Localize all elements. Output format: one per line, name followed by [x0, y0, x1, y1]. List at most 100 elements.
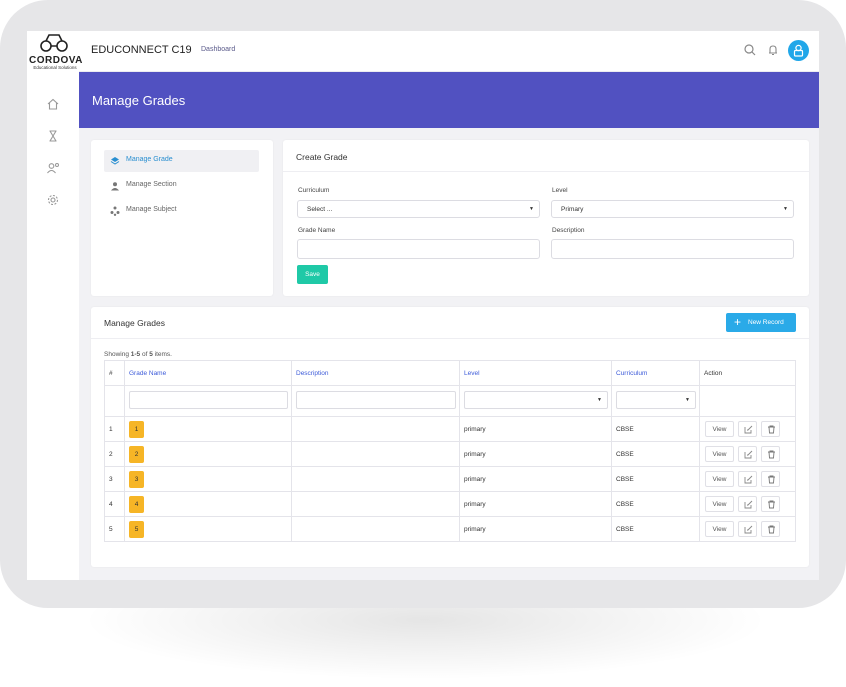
grade-cell: 3 — [124, 466, 292, 492]
menu-item-label: Manage Section — [126, 181, 177, 188]
header-level[interactable]: Level — [459, 360, 612, 386]
app-screen: CORDOVA Educational Solutions EDUCONNECT… — [27, 31, 819, 580]
edit-icon — [744, 500, 753, 509]
summary-prefix: Showing — [104, 351, 131, 358]
menu-item-manage-subject[interactable]: Manage Subject — [104, 200, 259, 222]
summary-suffix: items. — [152, 351, 172, 358]
curriculum-cell: CBSE — [611, 416, 700, 442]
grades-table: # Grade Name Description Level Curriculu… — [104, 360, 796, 542]
view-button[interactable]: View — [705, 496, 734, 512]
nav-dashboard-link[interactable]: Dashboard — [201, 46, 235, 53]
bell-icon[interactable] — [766, 43, 780, 57]
table-row: 2 2 primary CBSE View — [104, 441, 796, 467]
curriculum-cell: CBSE — [611, 516, 700, 542]
delete-button[interactable] — [761, 421, 780, 437]
row-num: 1 — [104, 416, 125, 442]
grade-cell: 5 — [124, 516, 292, 542]
edit-button[interactable] — [738, 421, 757, 437]
action-cell: View — [699, 516, 796, 542]
users-settings-icon[interactable] — [46, 161, 60, 175]
edit-icon — [744, 525, 753, 534]
brand-logo[interactable]: CORDOVA Educational Solutions — [29, 33, 82, 70]
new-record-button[interactable]: + New Record — [726, 313, 796, 332]
description-input[interactable] — [551, 239, 794, 259]
view-button[interactable]: View — [705, 446, 734, 462]
curriculum-select-value: Select ... — [307, 206, 333, 213]
description-filter-input[interactable] — [296, 391, 456, 409]
delete-button[interactable] — [761, 446, 780, 462]
summary-mid: of — [140, 351, 150, 358]
level-cell: primary — [459, 516, 612, 542]
edit-button[interactable] — [738, 521, 757, 537]
action-cell: View — [699, 441, 796, 467]
brand-tagline: Educational Solutions — [33, 65, 77, 70]
grade-name-input[interactable] — [297, 239, 540, 259]
edit-button[interactable] — [738, 471, 757, 487]
menu-item-manage-grade[interactable]: Manage Grade — [104, 150, 259, 172]
page-title: Manage Grades — [92, 93, 186, 108]
trash-icon — [768, 500, 775, 509]
action-cell: View — [699, 466, 796, 492]
row-num: 2 — [104, 441, 125, 467]
summary-range: 1-5 — [130, 351, 141, 358]
user-icon — [111, 182, 119, 191]
chevron-down-icon: ▼ — [597, 397, 602, 403]
edit-button[interactable] — [738, 446, 757, 462]
level-cell: primary — [459, 491, 612, 517]
grade-badge: 1 — [129, 420, 144, 438]
gear-icon[interactable] — [46, 193, 60, 207]
user-lock-icon — [793, 44, 804, 57]
grade-badge: 2 — [129, 445, 144, 463]
new-record-label: New Record — [748, 319, 784, 326]
curriculum-filter-select[interactable]: ▼ — [616, 391, 696, 409]
plus-icon: + — [734, 315, 742, 329]
grade-side-menu: Manage Grade Manage Section Manage Subje… — [91, 140, 273, 296]
search-icon[interactable] — [743, 43, 757, 57]
view-button[interactable]: View — [705, 521, 734, 537]
delete-button[interactable] — [761, 496, 780, 512]
manage-grades-card: Manage Grades + New Record Showing 1-5 o… — [91, 307, 809, 567]
curriculum-label: Curriculum — [298, 187, 330, 194]
header-grade-name[interactable]: Grade Name — [124, 360, 292, 386]
user-avatar[interactable] — [788, 40, 809, 61]
level-cell: primary — [459, 416, 612, 442]
header-curriculum[interactable]: Curriculum — [611, 360, 700, 386]
level-select[interactable]: Primary ▼ — [551, 200, 794, 218]
level-label: Level — [552, 187, 568, 194]
row-num: 4 — [104, 491, 125, 517]
table-row: 3 3 primary CBSE View — [104, 466, 796, 492]
row-num: 3 — [104, 466, 125, 492]
create-grade-card: Create Grade Curriculum Select ... ▼ Lev… — [283, 140, 809, 296]
grade-name-label: Grade Name — [298, 227, 336, 234]
delete-button[interactable] — [761, 521, 780, 537]
home-icon[interactable] — [46, 97, 60, 111]
save-button[interactable]: Save — [297, 265, 328, 284]
trash-icon — [768, 425, 775, 434]
view-button[interactable]: View — [705, 471, 734, 487]
curriculum-select[interactable]: Select ... ▼ — [297, 200, 540, 218]
grid-summary: Showing 1-5 of 5 items. — [104, 351, 172, 358]
chevron-down-icon: ▼ — [783, 206, 788, 212]
table-row: 4 4 primary CBSE View — [104, 491, 796, 517]
delete-button[interactable] — [761, 471, 780, 487]
filter-cell-empty — [699, 385, 796, 417]
menu-item-manage-section[interactable]: Manage Section — [104, 175, 259, 197]
view-button[interactable]: View — [705, 421, 734, 437]
grade-cell: 4 — [124, 491, 292, 517]
header-action: Action — [699, 360, 796, 386]
description-label: Description — [552, 227, 585, 234]
left-rail — [27, 71, 79, 580]
header-description[interactable]: Description — [291, 360, 460, 386]
filter-cell — [124, 385, 292, 417]
level-filter-select[interactable]: ▼ — [464, 391, 608, 409]
grade-name-filter-input[interactable] — [129, 391, 288, 409]
edit-icon — [744, 475, 753, 484]
description-cell — [291, 416, 460, 442]
grid-title: Manage Grades — [104, 318, 165, 328]
table-row: 5 5 primary CBSE View — [104, 516, 796, 542]
edit-icon — [744, 425, 753, 434]
hourglass-icon[interactable] — [46, 129, 60, 143]
top-bar: CORDOVA Educational Solutions EDUCONNECT… — [27, 31, 819, 72]
edit-button[interactable] — [738, 496, 757, 512]
menu-item-label: Manage Grade — [126, 156, 173, 163]
